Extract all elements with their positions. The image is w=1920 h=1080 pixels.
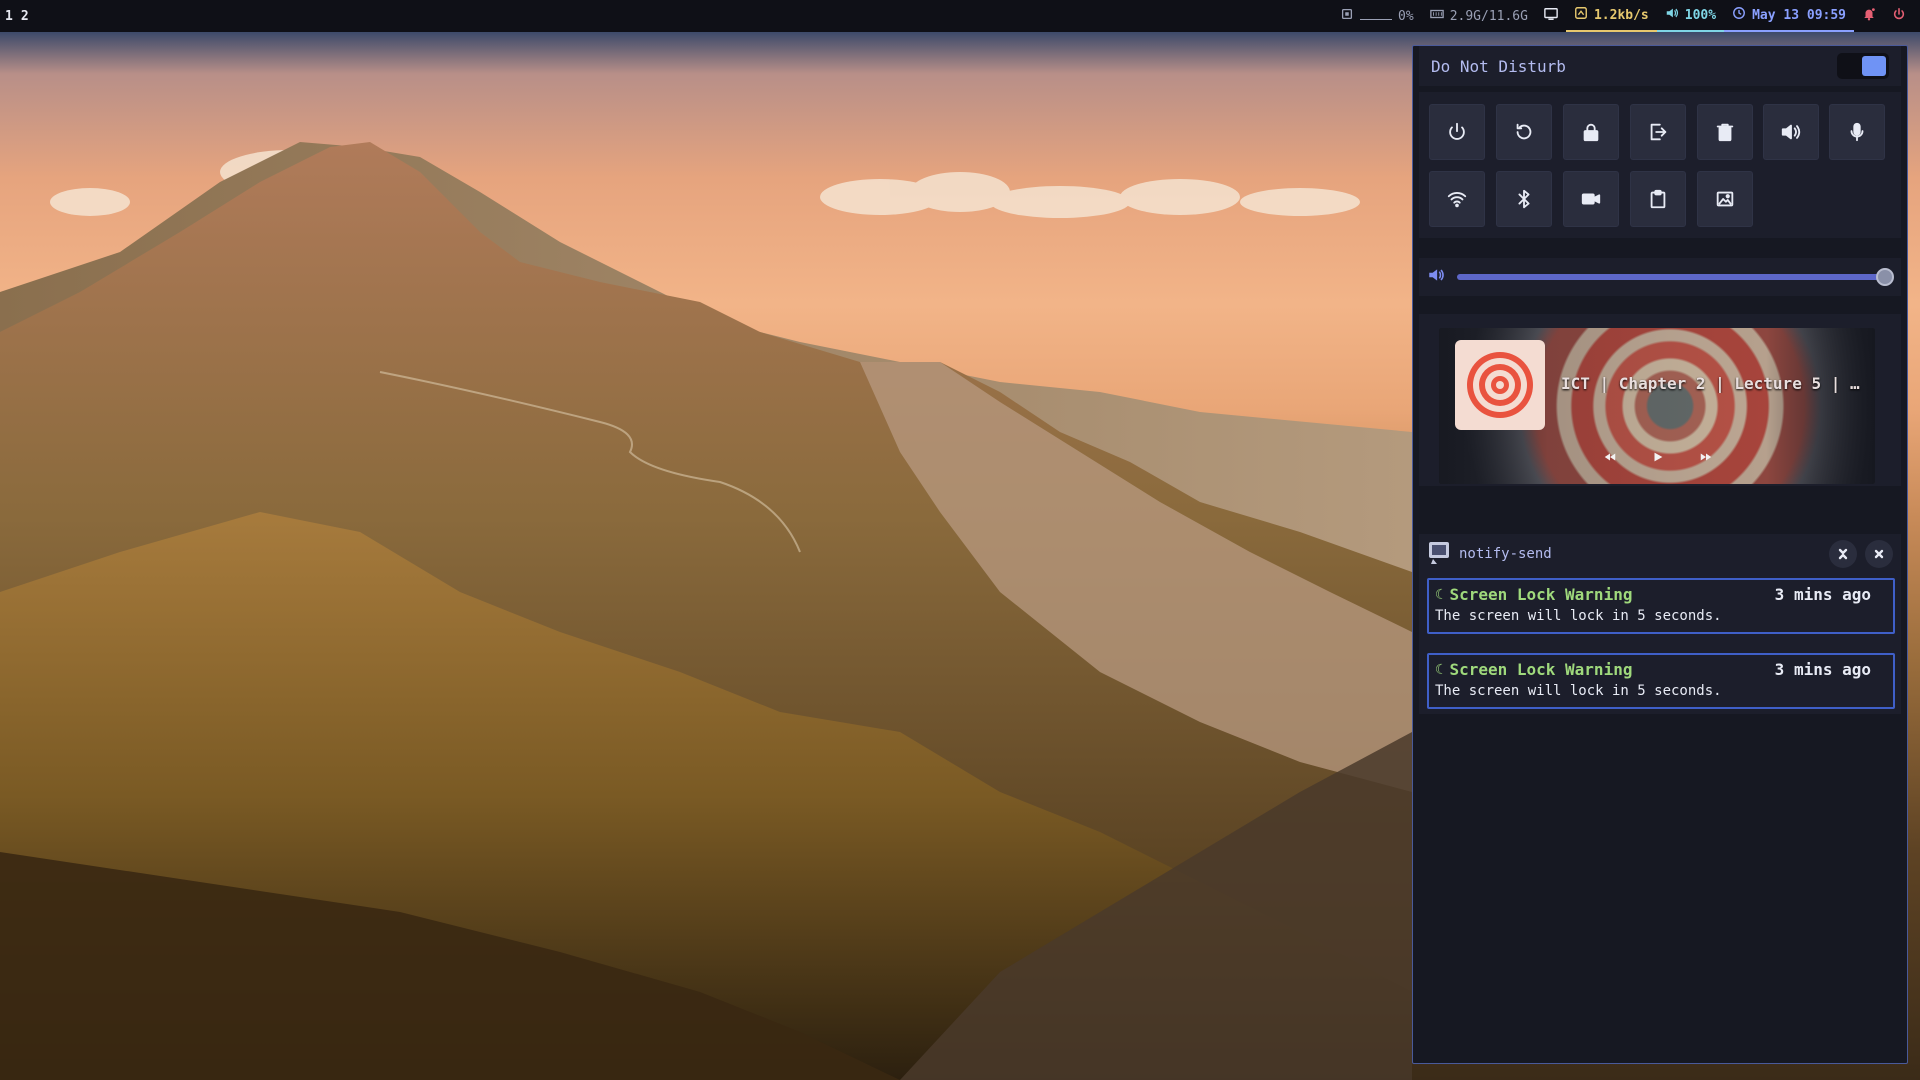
- volume-slider[interactable]: [1457, 268, 1894, 286]
- restart-button[interactable]: [1496, 104, 1552, 160]
- clock-text: May 13 09:59: [1752, 7, 1846, 23]
- notification-card[interactable]: ☾ Screen Lock Warning 3 mins ago The scr…: [1427, 578, 1895, 634]
- screen-record-button[interactable]: [1563, 171, 1619, 227]
- workspace-1[interactable]: 1: [5, 9, 13, 24]
- clear-group-button[interactable]: [1865, 540, 1893, 568]
- wifi-button[interactable]: [1429, 171, 1485, 227]
- collapse-icon: [1838, 548, 1848, 560]
- media-title: ICT | Chapter 2 | Lecture 5 | ...: [1561, 374, 1869, 393]
- volume-icon: [1665, 6, 1679, 24]
- image-icon: [1716, 191, 1734, 207]
- moon-icon: ☾: [1435, 661, 1444, 678]
- notification-title: Screen Lock Warning: [1449, 660, 1633, 679]
- video-camera-icon: [1581, 193, 1601, 205]
- notification-title: Screen Lock Warning: [1449, 585, 1633, 604]
- moon-icon: ☾: [1435, 586, 1444, 603]
- bell-icon: [1862, 7, 1876, 25]
- memory-icon: [1429, 7, 1444, 25]
- screenshot-button[interactable]: [1697, 171, 1753, 227]
- notification-group-header: notify-send: [1419, 534, 1901, 574]
- cpu-graph: [1360, 12, 1393, 20]
- do-not-disturb-toggle[interactable]: [1837, 53, 1889, 79]
- clipboard-icon: [1650, 189, 1666, 209]
- cpu-usage: 0%: [1398, 8, 1414, 24]
- notification-time: 3 mins ago: [1774, 660, 1871, 679]
- volume-button[interactable]: [1763, 104, 1819, 160]
- microphone-icon: [1850, 122, 1864, 142]
- volume-icon: [1781, 124, 1801, 140]
- screen-icon: [1544, 7, 1558, 25]
- power-widget[interactable]: [1884, 0, 1914, 32]
- bluetooth-button[interactable]: [1496, 171, 1552, 227]
- do-not-disturb-label: Do Not Disturb: [1431, 56, 1566, 76]
- clock-widget[interactable]: May 13 09:59: [1724, 0, 1854, 32]
- status-area: 0% 2.9G/11.6G 1.2kb/s 100% May 13 09:59: [1332, 0, 1920, 32]
- microphone-button[interactable]: [1829, 104, 1885, 160]
- logout-icon: [1650, 123, 1667, 141]
- network-widget[interactable]: 1.2kb/s: [1565, 0, 1657, 32]
- notification-time: 3 mins ago: [1774, 585, 1871, 604]
- media-player-section: ICT | Chapter 2 | Lecture 5 | ...: [1419, 314, 1901, 486]
- logout-button[interactable]: [1630, 104, 1686, 160]
- play-icon: [1654, 452, 1663, 462]
- close-icon: [1874, 549, 1884, 559]
- bluetooth-icon: [1518, 189, 1530, 209]
- top-bar: 1 2 0% 2.9G/11.6G 1.2kb/s 100% May 13 09…: [0, 0, 1920, 32]
- cpu-icon: [1340, 7, 1354, 25]
- notification-body: The screen will lock in 5 seconds.: [1435, 608, 1722, 624]
- album-art: [1455, 340, 1545, 430]
- lock-button[interactable]: [1563, 104, 1619, 160]
- memory-usage: 2.9G/11.6G: [1449, 8, 1528, 24]
- clock-icon: [1732, 6, 1746, 24]
- media-player: ICT | Chapter 2 | Lecture 5 | ...: [1439, 328, 1875, 484]
- quick-actions-grid: [1419, 92, 1901, 238]
- workspace-list: 1 2: [0, 9, 29, 24]
- clipboard-button[interactable]: [1630, 171, 1686, 227]
- volume-icon: [1427, 266, 1445, 288]
- media-controls: [1599, 448, 1717, 466]
- previous-icon: [1604, 453, 1616, 461]
- notification-widget[interactable]: [1854, 0, 1884, 32]
- next-icon: [1700, 453, 1712, 461]
- workspace-2[interactable]: 2: [21, 9, 29, 24]
- previous-button[interactable]: [1599, 448, 1621, 466]
- trash-icon: [1716, 123, 1734, 142]
- volume-slider-thumb[interactable]: [1876, 268, 1894, 286]
- power-button[interactable]: [1429, 104, 1485, 160]
- restart-icon: [1516, 123, 1532, 140]
- screen-widget[interactable]: [1536, 0, 1566, 32]
- control-center-panel: Do Not Disturb ICT | Chapter 2 | Lecture…: [1412, 45, 1908, 1064]
- cpu-widget[interactable]: 0%: [1332, 0, 1422, 32]
- wifi-icon: [1447, 192, 1467, 208]
- collapse-group-button[interactable]: [1829, 540, 1857, 568]
- volume-slider-fill: [1457, 274, 1885, 280]
- network-icon: [1574, 6, 1588, 24]
- notification-app-name: notify-send: [1459, 546, 1552, 562]
- power-icon: [1449, 122, 1465, 140]
- volume-slider-row: [1419, 258, 1901, 296]
- memory-widget[interactable]: 2.9G/11.6G: [1422, 0, 1536, 32]
- notification-body: The screen will lock in 5 seconds.: [1435, 683, 1722, 699]
- lock-icon: [1583, 123, 1599, 142]
- do-not-disturb-row: Do Not Disturb: [1419, 46, 1901, 86]
- power-icon: [1892, 7, 1906, 25]
- app-icon: [1427, 539, 1453, 569]
- notification-card[interactable]: ☾ Screen Lock Warning 3 mins ago The scr…: [1427, 653, 1895, 709]
- volume-level: 100%: [1684, 7, 1717, 23]
- trash-button[interactable]: [1697, 104, 1753, 160]
- network-speed: 1.2kb/s: [1593, 7, 1649, 23]
- volume-widget[interactable]: 100%: [1656, 0, 1725, 32]
- play-button[interactable]: [1647, 448, 1669, 466]
- next-button[interactable]: [1695, 448, 1717, 466]
